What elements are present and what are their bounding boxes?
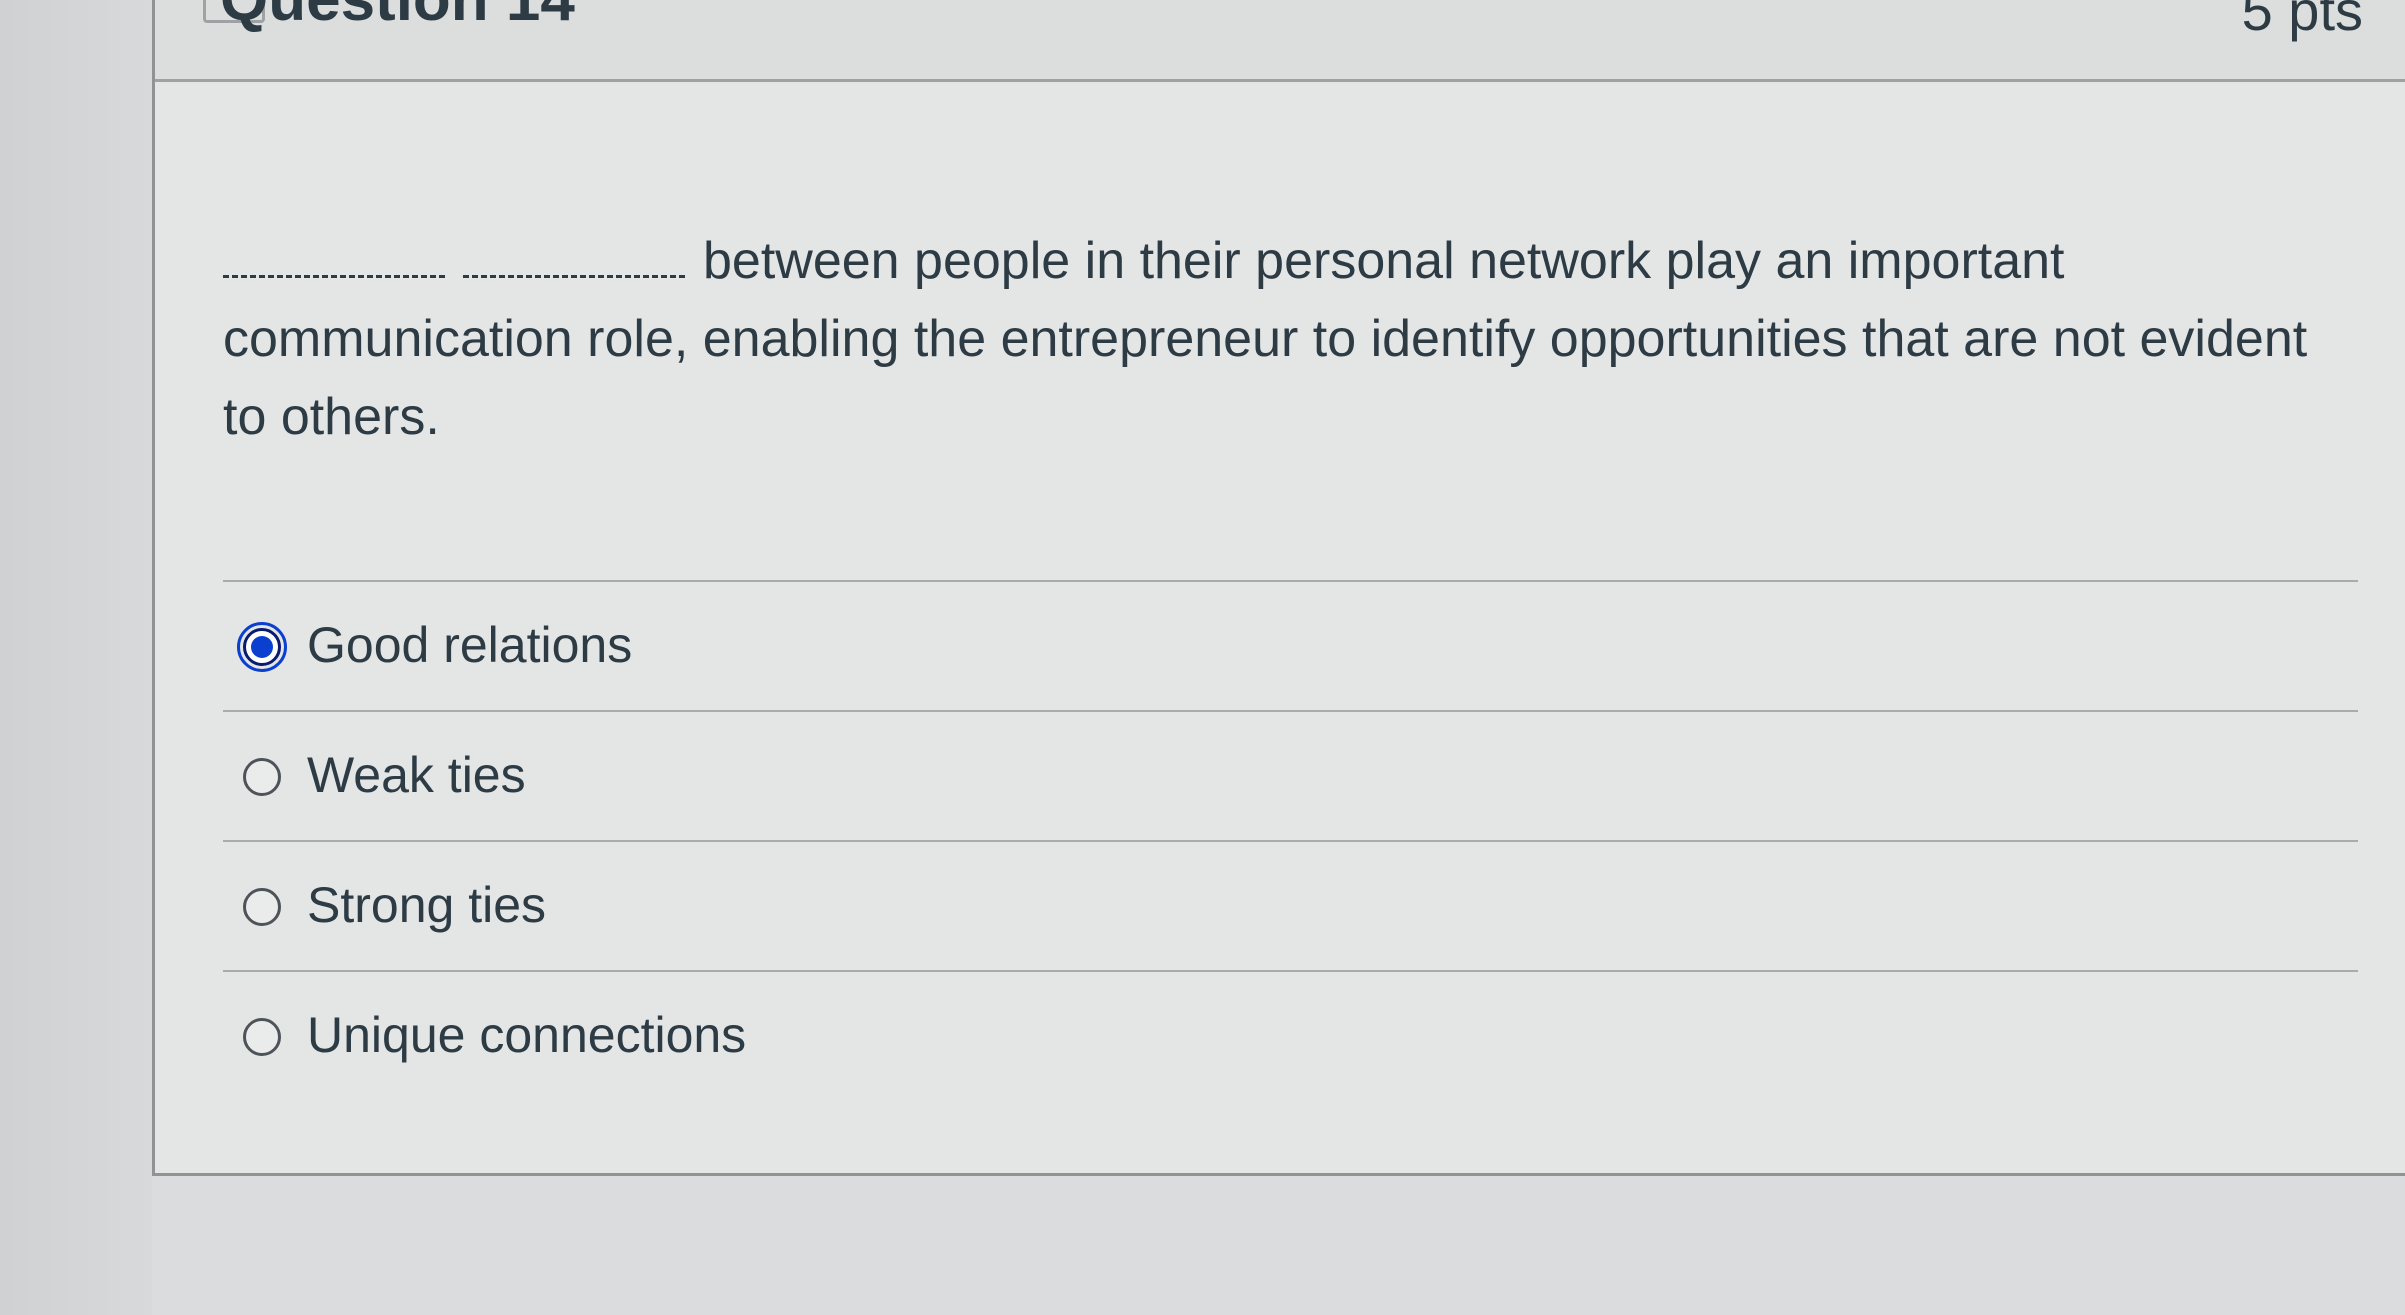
answer-list: Good relations Weak ties Strong ties Uni…: [223, 580, 2358, 1100]
blank-2: [463, 235, 685, 278]
answer-option-good-relations[interactable]: Good relations: [223, 580, 2358, 710]
blank-1: [223, 235, 445, 278]
question-card: Question 14 5 pts between people in thei…: [152, 0, 2405, 1176]
radio-icon[interactable]: [243, 758, 281, 796]
answer-label[interactable]: Good relations: [307, 616, 632, 674]
question-points: 5 pts: [2241, 0, 2363, 42]
answer-option-strong-ties[interactable]: Strong ties: [223, 840, 2358, 970]
question-header: Question 14 5 pts: [155, 0, 2405, 82]
page-left-margin: [0, 0, 152, 1315]
answer-option-unique-connections[interactable]: Unique connections: [223, 970, 2358, 1100]
question-title: Question 14: [220, 0, 575, 35]
page-bottom-area: [152, 1176, 2405, 1315]
radio-icon[interactable]: [243, 1018, 281, 1056]
answer-label[interactable]: Strong ties: [307, 876, 546, 934]
answer-option-weak-ties[interactable]: Weak ties: [223, 710, 2358, 840]
answer-label[interactable]: Unique connections: [307, 1006, 746, 1064]
radio-icon[interactable]: [243, 888, 281, 926]
radio-selected-icon[interactable]: [237, 622, 287, 672]
question-prompt: between people in their personal network…: [223, 222, 2343, 456]
answer-label[interactable]: Weak ties: [307, 746, 526, 804]
